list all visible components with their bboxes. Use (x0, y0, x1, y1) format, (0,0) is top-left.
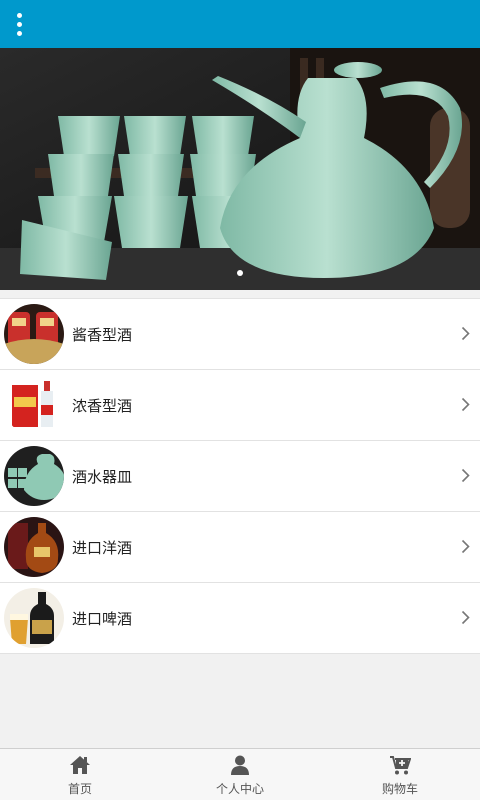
banner-carousel[interactable] (0, 48, 480, 290)
chevron-right-icon (461, 397, 470, 412)
category-list: 酱香型酒 浓香型酒 酒水器皿 进口洋酒 进口啤酒 (0, 298, 480, 654)
home-icon (70, 756, 90, 774)
category-item-vessels[interactable]: 酒水器皿 (0, 441, 480, 512)
bottom-navigation: 首页 个人中心 购物车 (0, 748, 480, 800)
tab-label: 个人中心 (215, 782, 264, 796)
category-thumbnail (4, 588, 64, 648)
chevron-right-icon (461, 539, 470, 554)
cart-icon (390, 756, 411, 775)
carousel-dot-active[interactable] (237, 270, 243, 276)
category-label: 进口啤酒 (72, 609, 133, 628)
category-label: 酱香型酒 (72, 325, 133, 344)
chevron-right-icon (461, 468, 470, 483)
category-thumbnail (4, 446, 64, 506)
category-item-imported-beer[interactable]: 进口啤酒 (0, 583, 480, 654)
category-thumbnail (4, 517, 64, 577)
category-label: 进口洋酒 (72, 538, 133, 557)
category-label: 酒水器皿 (72, 467, 133, 486)
tab-profile[interactable]: 个人中心 (160, 749, 320, 800)
tab-home[interactable]: 首页 (0, 749, 160, 800)
tab-label: 首页 (67, 782, 92, 796)
category-label: 浓香型酒 (72, 396, 133, 415)
category-item-jiangxiang[interactable]: 酱香型酒 (0, 299, 480, 370)
chevron-right-icon (461, 326, 470, 341)
category-thumbnail (4, 304, 64, 364)
user-icon (231, 755, 249, 775)
tab-label: 购物车 (381, 782, 418, 796)
top-app-bar (0, 0, 480, 48)
chevron-right-icon (461, 610, 470, 625)
tab-cart[interactable]: 购物车 (320, 749, 480, 800)
carousel-indicator (0, 270, 480, 276)
category-item-imported-spirits[interactable]: 进口洋酒 (0, 512, 480, 583)
category-item-nongxiang[interactable]: 浓香型酒 (0, 370, 480, 441)
more-menu-button[interactable] (8, 8, 30, 40)
more-vertical-icon (16, 12, 22, 18)
category-thumbnail (4, 375, 64, 435)
banner-image (0, 48, 480, 290)
